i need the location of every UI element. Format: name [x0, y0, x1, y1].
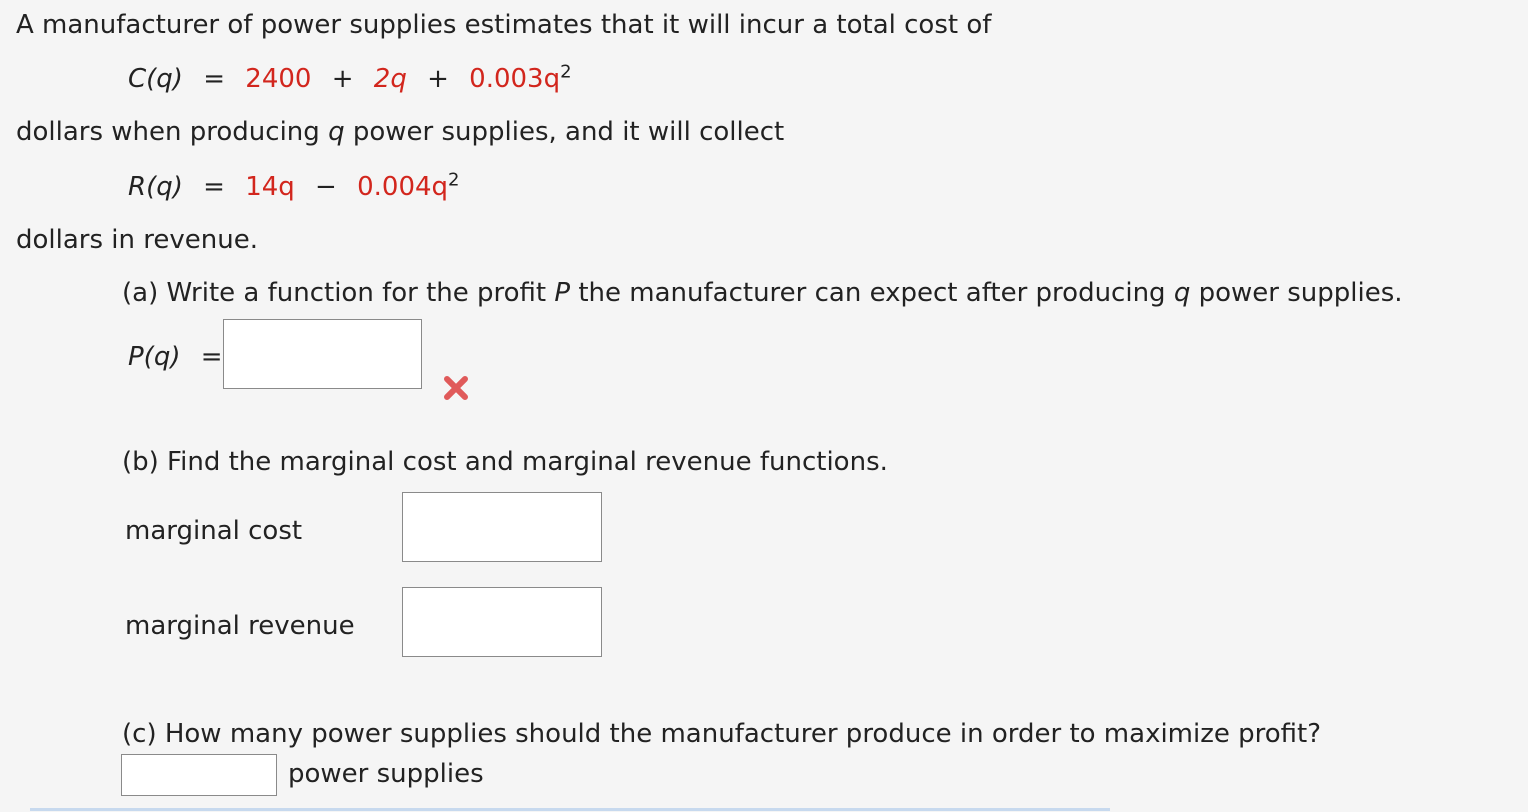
cost-lhs: C(q)	[128, 64, 183, 94]
cost-term-constant: 2400	[245, 64, 312, 94]
plus-operator: +	[427, 64, 449, 94]
cost-exponent: 2	[560, 61, 572, 83]
revenue-equation: R(q) = 14q − 0.004q2	[128, 169, 460, 202]
part-a-text-3: power supplies.	[1198, 278, 1403, 308]
middle-text-a: dollars when producing	[16, 117, 320, 147]
revenue-lhs: R(q)	[128, 172, 183, 202]
equals-sign: =	[203, 64, 226, 94]
part-a-text-1: (a) Write a function for the profit	[122, 278, 547, 308]
marginal-cost-box	[402, 492, 602, 562]
cost-term-linear: 2q	[373, 64, 407, 94]
revenue-term-quadratic: 0.004q	[357, 172, 449, 202]
minus-operator: −	[315, 172, 337, 202]
revenue-term-linear: 14q	[245, 172, 295, 202]
variable-q: q	[328, 117, 345, 147]
marginal-revenue-label: marginal revenue	[125, 611, 355, 641]
cost-term-quadratic-base: 0.003q	[469, 64, 561, 94]
marginal-cost-label: marginal cost	[125, 516, 303, 546]
part-a-prompt: (a) Write a function for the profit P th…	[122, 278, 1403, 308]
plus-operator: +	[331, 64, 354, 94]
quantity-answer-box	[121, 754, 277, 796]
marginal-revenue-box	[402, 587, 602, 657]
incorrect-x-icon	[444, 376, 468, 400]
variable-q: q	[1173, 278, 1191, 308]
section-divider	[30, 808, 1110, 811]
part-b-prompt: (b) Find the marginal cost and marginal …	[122, 447, 888, 477]
revenue-exponent: 2	[448, 169, 460, 191]
equals-sign: =	[203, 172, 225, 202]
cost-equation: C(q) = 2400 + 2q + 0.003q2	[128, 61, 572, 94]
cost-term-quadratic: 0.003q	[469, 64, 560, 94]
problem-intro-line: A manufacturer of power supplies estimat…	[16, 10, 992, 40]
problem-end-line: dollars in revenue.	[16, 225, 258, 255]
profit-lhs: P(q)	[128, 342, 181, 372]
equals-sign: =	[200, 342, 223, 372]
problem-middle-line: dollars when producing q power supplies,…	[16, 117, 784, 147]
part-a-text-2: the manufacturer can expect after produc…	[578, 278, 1166, 308]
marginal-revenue-input[interactable]	[403, 588, 601, 656]
profit-label: P(q) =	[128, 342, 235, 372]
quantity-unit-label: power supplies	[288, 759, 484, 789]
marginal-cost-input[interactable]	[403, 493, 601, 561]
quantity-input[interactable]	[122, 755, 276, 795]
profit-input[interactable]	[224, 320, 421, 388]
profit-answer-box	[223, 319, 422, 389]
middle-text-b: power supplies, and it will collect	[352, 117, 785, 147]
variable-p: P	[554, 278, 571, 308]
part-c-prompt: (c) How many power supplies should the m…	[122, 719, 1322, 749]
